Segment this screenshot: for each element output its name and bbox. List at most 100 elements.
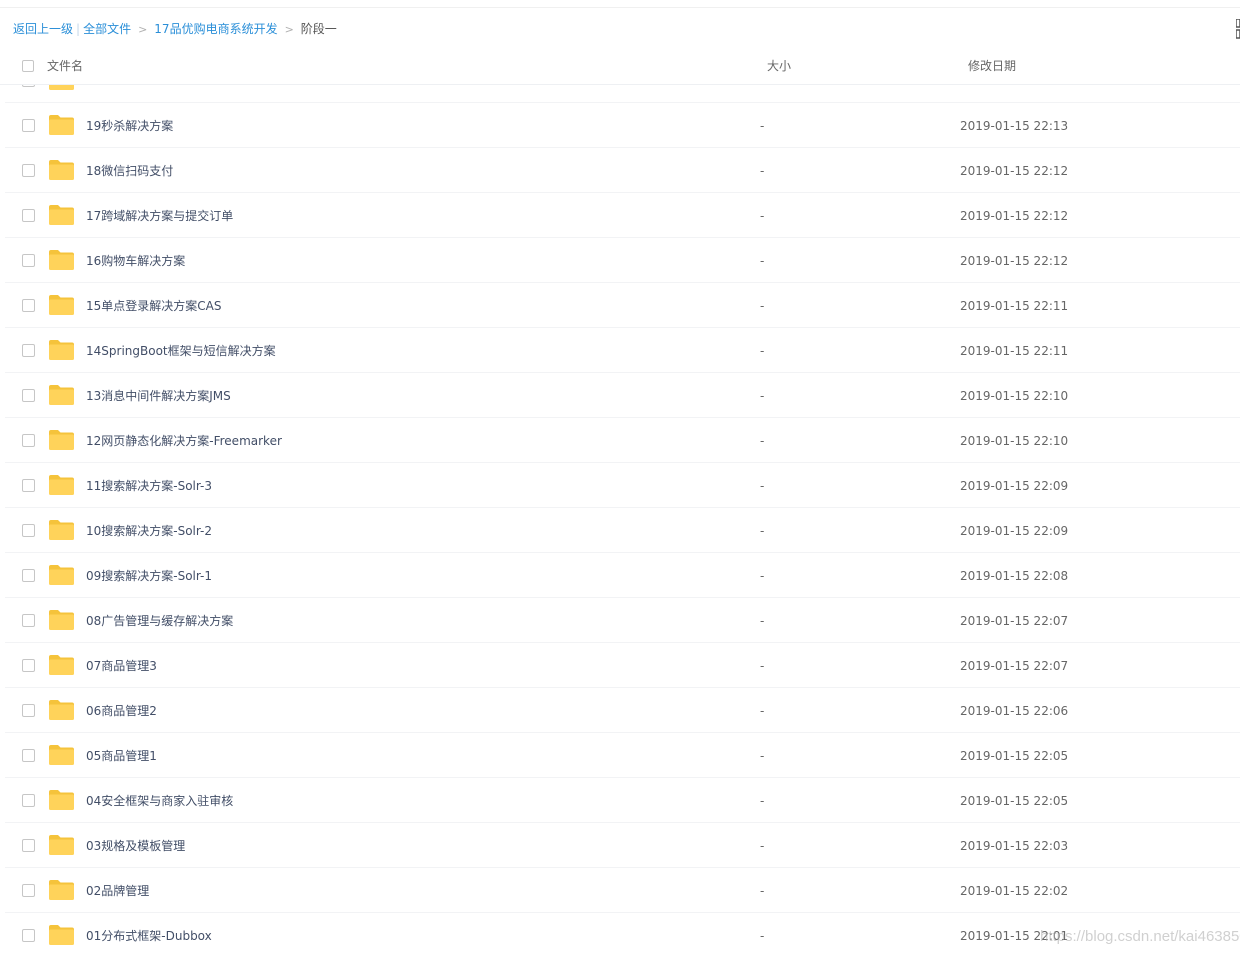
file-date: 2019-01-15 22:02: [960, 884, 1069, 898]
row-checkbox[interactable]: [22, 794, 35, 807]
table-row[interactable]: 02品牌管理 - 2019-01-15 22:02: [5, 868, 1240, 913]
file-name-link[interactable]: 08广告管理与缓存解决方案: [86, 613, 233, 629]
file-date: 2019-01-15 22:12: [960, 254, 1069, 268]
file-name-link[interactable]: 14SpringBoot框架与短信解决方案: [86, 343, 276, 359]
table-row[interactable]: 18微信扫码支付 - 2019-01-15 22:12: [5, 148, 1240, 193]
file-date: 2019-01-15 22:08: [960, 569, 1069, 583]
table-row[interactable]: 08广告管理与缓存解决方案 - 2019-01-15 22:07: [5, 598, 1240, 643]
folder-icon: [49, 475, 74, 495]
file-date: 2019-01-15 22:12: [960, 209, 1069, 223]
column-header-name[interactable]: 文件名: [47, 58, 83, 74]
table-row[interactable]: 03规格及模板管理 - 2019-01-15 22:03: [5, 823, 1240, 868]
file-name-link[interactable]: 03规格及模板管理: [86, 838, 185, 854]
file-list: 20...-2019-01-15 22:1319秒杀解决方案-2019-01-1…: [0, 58, 1240, 956]
row-checkbox[interactable]: [22, 839, 35, 852]
select-all-checkbox[interactable]: [22, 60, 34, 72]
folder-icon: [49, 295, 74, 315]
row-checkbox[interactable]: [22, 164, 35, 177]
table-header: 文件名 大小 修改日期: [0, 48, 1240, 85]
row-checkbox[interactable]: [22, 119, 35, 132]
table-row[interactable]: 10搜索解决方案-Solr-2 - 2019-01-15 22:09: [5, 508, 1240, 553]
file-date: 2019-01-15 22:10: [960, 389, 1069, 403]
row-checkbox[interactable]: [22, 929, 35, 942]
file-manager: 返回上一级|全部文件 >17品优购电商系统开发 > 阶段一 文件名 大小 修改日期 2…: [0, 0, 1240, 956]
row-checkbox[interactable]: [22, 569, 35, 582]
table-row[interactable]: 14SpringBoot框架与短信解决方案 - 2019-01-15 22:11: [5, 328, 1240, 373]
file-date: 2019-01-15 22:13: [960, 119, 1069, 133]
file-name-link[interactable]: 16购物车解决方案: [86, 253, 185, 269]
back-link[interactable]: 返回上一级: [13, 22, 73, 36]
file-size: -: [760, 749, 765, 763]
row-checkbox[interactable]: [22, 884, 35, 897]
file-name-link[interactable]: 01分布式框架-Dubbox: [86, 928, 212, 944]
row-checkbox[interactable]: [22, 254, 35, 267]
top-divider: [0, 7, 1240, 8]
row-checkbox[interactable]: [22, 614, 35, 627]
table-row[interactable]: 13消息中间件解决方案JMS - 2019-01-15 22:10: [5, 373, 1240, 418]
row-checkbox[interactable]: [22, 344, 35, 357]
file-name-link[interactable]: 05商品管理1: [86, 748, 157, 764]
file-size: -: [760, 209, 765, 223]
file-date: 2019-01-15 22:12: [960, 164, 1069, 178]
folder-icon: [49, 520, 74, 540]
row-checkbox[interactable]: [22, 749, 35, 762]
file-name-link[interactable]: 17跨域解决方案与提交订单: [86, 208, 233, 224]
current-folder: 阶段一: [300, 22, 337, 36]
table-row[interactable]: 17跨域解决方案与提交订单 - 2019-01-15 22:12: [5, 193, 1240, 238]
file-name-link[interactable]: 11搜索解决方案-Solr-3: [86, 478, 212, 494]
column-header-size[interactable]: 大小: [767, 58, 791, 74]
table-row[interactable]: 04安全框架与商家入驻审核 - 2019-01-15 22:05: [5, 778, 1240, 823]
file-date: 2019-01-15 22:07: [960, 659, 1069, 673]
file-name-link[interactable]: 13消息中间件解决方案JMS: [86, 388, 231, 404]
breadcrumb-pipe: |: [76, 22, 81, 36]
folder-icon: [49, 880, 74, 900]
file-size: -: [760, 344, 765, 358]
row-checkbox[interactable]: [22, 389, 35, 402]
file-name-link[interactable]: 09搜索解决方案-Solr-1: [86, 568, 212, 584]
file-name-link[interactable]: 04安全框架与商家入驻审核: [86, 793, 233, 809]
file-date: 2019-01-15 22:05: [960, 749, 1069, 763]
file-name-link[interactable]: 02品牌管理: [86, 883, 149, 899]
folder-icon: [49, 745, 74, 765]
file-name-link[interactable]: 12网页静态化解决方案-Freemarker: [86, 433, 282, 449]
file-name-link[interactable]: 18微信扫码支付: [86, 163, 173, 179]
file-size: -: [760, 929, 765, 943]
row-checkbox[interactable]: [22, 299, 35, 312]
all-files-link[interactable]: 全部文件: [83, 22, 131, 36]
file-date: 2019-01-15 22:07: [960, 614, 1069, 628]
folder-icon: [49, 700, 74, 720]
file-date: 2019-01-15 22:05: [960, 794, 1069, 808]
table-row[interactable]: 16购物车解决方案 - 2019-01-15 22:12: [5, 238, 1240, 283]
table-row[interactable]: 05商品管理1 - 2019-01-15 22:05: [5, 733, 1240, 778]
row-checkbox[interactable]: [22, 209, 35, 222]
file-name-link[interactable]: 10搜索解决方案-Solr-2: [86, 523, 212, 539]
view-toggle-icon[interactable]: [1236, 19, 1240, 39]
table-row[interactable]: 12网页静态化解决方案-Freemarker - 2019-01-15 22:10: [5, 418, 1240, 463]
row-checkbox[interactable]: [22, 479, 35, 492]
file-date: 2019-01-15 22:09: [960, 479, 1069, 493]
table-row[interactable]: 07商品管理3 - 2019-01-15 22:07: [5, 643, 1240, 688]
table-row[interactable]: 11搜索解决方案-Solr-3 - 2019-01-15 22:09: [5, 463, 1240, 508]
file-name-link[interactable]: 19秒杀解决方案: [86, 118, 173, 134]
folder-icon: [49, 160, 74, 180]
row-checkbox[interactable]: [22, 524, 35, 537]
parent-folder-link[interactable]: 17品优购电商系统开发: [154, 22, 277, 36]
file-name-link[interactable]: 07商品管理3: [86, 658, 157, 674]
table-row[interactable]: 06商品管理2 - 2019-01-15 22:06: [5, 688, 1240, 733]
row-checkbox[interactable]: [22, 704, 35, 717]
row-checkbox[interactable]: [22, 434, 35, 447]
column-header-date[interactable]: 修改日期: [968, 58, 1016, 74]
file-size: -: [760, 839, 765, 853]
table-row[interactable]: 09搜索解决方案-Solr-1 - 2019-01-15 22:08: [5, 553, 1240, 598]
file-name-link[interactable]: 06商品管理2: [86, 703, 157, 719]
table-row[interactable]: 19秒杀解决方案 - 2019-01-15 22:13: [5, 103, 1240, 148]
file-size: -: [760, 164, 765, 178]
table-row[interactable]: 15单点登录解决方案CAS - 2019-01-15 22:11: [5, 283, 1240, 328]
folder-icon: [49, 340, 74, 360]
watermark: https://blog.csdn.net/kai46385076: [1040, 928, 1240, 945]
folder-icon: [49, 835, 74, 855]
row-checkbox[interactable]: [22, 659, 35, 672]
file-size: -: [760, 524, 765, 538]
file-date: 2019-01-15 22:03: [960, 839, 1069, 853]
file-name-link[interactable]: 15单点登录解决方案CAS: [86, 298, 221, 314]
